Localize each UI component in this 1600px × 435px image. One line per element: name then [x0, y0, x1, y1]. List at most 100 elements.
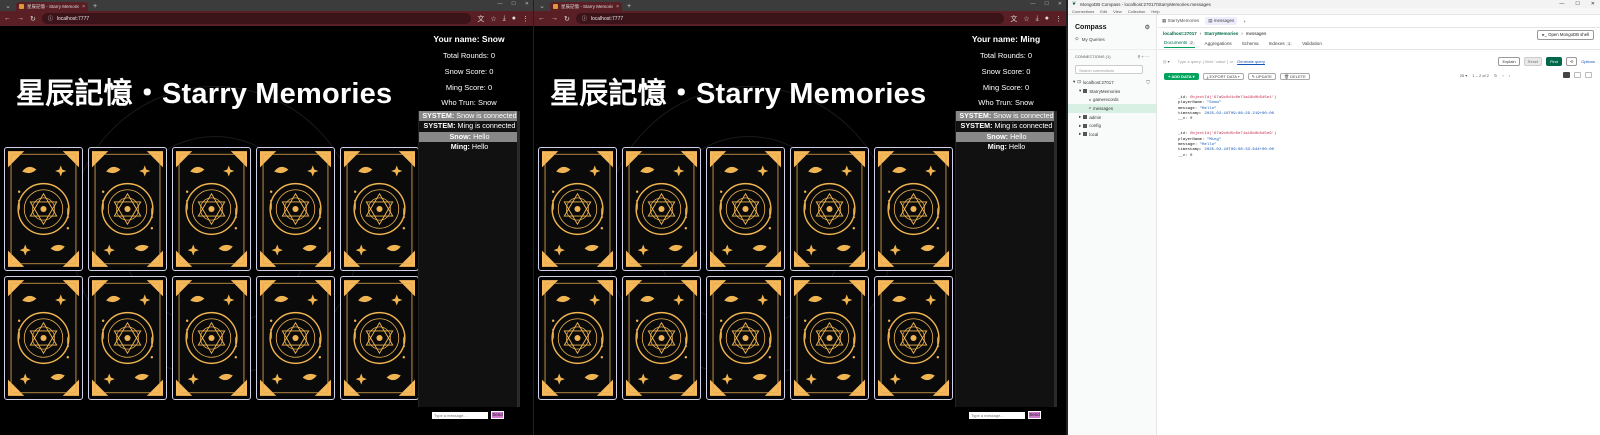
memory-card[interactable] — [88, 276, 167, 400]
memory-card[interactable] — [706, 147, 785, 271]
close-window-icon[interactable]: ✕ — [525, 1, 529, 7]
chevron-right-icon[interactable]: ▸ — [1079, 123, 1081, 129]
chevron-down-icon[interactable]: ▾ — [1079, 88, 1081, 94]
tab-validation[interactable]: Validation — [1302, 41, 1322, 46]
download-icon[interactable]: ⤓ — [503, 15, 506, 23]
table-view-icon[interactable] — [1585, 72, 1592, 78]
browser-tab[interactable]: 星辰記憶 - Starry Memories × — [550, 2, 622, 11]
site-info-icon[interactable]: ⓘ — [582, 15, 587, 22]
memory-card[interactable] — [4, 147, 83, 271]
memory-card[interactable] — [622, 147, 701, 271]
tab-messages[interactable]: ▤ messages — [1205, 17, 1238, 25]
send-button[interactable]: Send — [1028, 411, 1041, 419]
tab-starrymemories[interactable]: ▦ StarryMemories — [1162, 18, 1199, 24]
minimize-icon[interactable]: — — [1559, 1, 1564, 7]
url-field[interactable]: ⓘ localhost:7777 — [41, 13, 472, 24]
new-tab-icon[interactable]: + — [93, 2, 97, 11]
document-card[interactable]: _id: ObjectId('67a9c0d5c0e71a18b0b5d5e9'… — [1178, 132, 1600, 158]
page-size-select[interactable]: 25 ▾ — [1460, 73, 1468, 78]
query-history-button[interactable]: ⟲ — [1565, 56, 1578, 66]
next-page-icon[interactable]: › — [1509, 73, 1510, 78]
send-button[interactable]: Send — [491, 411, 504, 419]
translate-icon[interactable]: 文 — [1010, 14, 1017, 24]
memory-card[interactable] — [622, 276, 701, 400]
breadcrumb-database[interactable]: StarryMemories — [1204, 31, 1238, 36]
close-tab-icon[interactable]: × — [616, 4, 619, 10]
back-icon[interactable]: ← — [538, 15, 545, 22]
reset-button[interactable]: Reset — [1523, 56, 1543, 66]
memory-card[interactable] — [706, 276, 785, 400]
explain-button[interactable]: Explain — [1498, 56, 1520, 66]
minimize-icon[interactable]: — — [497, 1, 502, 7]
memory-card[interactable] — [340, 147, 419, 271]
menu-edit[interactable]: Edit — [1100, 9, 1107, 14]
tree-node-config[interactable]: ▸ config — [1068, 121, 1156, 130]
refresh-icon[interactable]: ↻ — [1494, 73, 1497, 78]
maximize-icon[interactable]: ☐ — [1575, 1, 1579, 7]
list-view-icon[interactable] — [1563, 72, 1570, 78]
minimize-icon[interactable]: — — [1030, 1, 1035, 7]
tree-node-admin[interactable]: ▸ admin — [1068, 113, 1156, 122]
json-view-icon[interactable] — [1574, 72, 1581, 78]
tab-aggregations[interactable]: Aggregations — [1205, 41, 1232, 46]
memory-card[interactable] — [256, 276, 335, 400]
site-info-icon[interactable]: ⓘ — [48, 15, 53, 22]
connection-search-input[interactable]: Search connections — [1075, 65, 1143, 74]
forward-icon[interactable]: → — [551, 15, 558, 22]
memory-card[interactable] — [874, 276, 953, 400]
menu-dots-icon[interactable]: ⋮ — [522, 15, 529, 23]
chat-scrollbar[interactable] — [517, 111, 520, 407]
memory-card[interactable] — [538, 276, 617, 400]
memory-card[interactable] — [256, 147, 335, 271]
reload-icon[interactable]: ↻ — [30, 15, 36, 23]
document-card[interactable]: _id: ObjectId('67a9c0d1c0e71a18b0b5d5e1'… — [1178, 96, 1600, 122]
chat-input[interactable] — [432, 411, 488, 419]
generate-query-link[interactable]: Generate query — [1237, 59, 1265, 64]
export-data-button[interactable]: ⤓ EXPORT DATA ▾ — [1202, 72, 1244, 80]
options-toggle[interactable]: Options — [1581, 59, 1595, 64]
memory-card[interactable] — [790, 276, 869, 400]
profile-icon[interactable]: ● — [1045, 15, 1049, 22]
chat-input[interactable] — [969, 411, 1025, 419]
maximize-icon[interactable]: ☐ — [1044, 1, 1048, 7]
tab-search-icon[interactable]: ⌄ — [538, 3, 546, 11]
maximize-icon[interactable]: ☐ — [511, 1, 515, 7]
download-icon[interactable]: ⤓ — [1036, 15, 1039, 23]
menu-collection[interactable]: Collection — [1128, 9, 1146, 14]
memory-card[interactable] — [874, 147, 953, 271]
prev-page-icon[interactable]: ‹ — [1502, 73, 1503, 78]
query-history-icon[interactable]: ◷ ▾ — [1163, 59, 1170, 64]
new-tab-icon[interactable]: + — [627, 2, 631, 11]
menu-view[interactable]: View — [1113, 9, 1122, 14]
tab-schema[interactable]: Schema — [1242, 41, 1259, 46]
add-data-button[interactable]: + ADD DATA ▾ — [1164, 72, 1199, 80]
memory-card[interactable] — [538, 147, 617, 271]
memory-card[interactable] — [790, 147, 869, 271]
query-input[interactable]: Type a query: { field: 'value' } or Gene… — [1174, 57, 1495, 65]
memory-card[interactable] — [172, 276, 251, 400]
memory-card[interactable] — [172, 147, 251, 271]
gear-icon[interactable]: ⚙ — [1145, 24, 1150, 31]
chevron-down-icon[interactable]: ▾ — [1073, 79, 1075, 85]
tab-indexes[interactable]: Indexes 1 — [1269, 41, 1293, 46]
browser-tab[interactable]: 星辰記憶 - Starry Memories × — [16, 2, 88, 11]
menu-help[interactable]: Help — [1151, 9, 1159, 14]
memory-card[interactable] — [340, 276, 419, 400]
url-field[interactable]: ⓘ localhost:7777 — [575, 13, 1005, 24]
menu-dots-icon[interactable]: ⋮ — [1055, 15, 1062, 23]
memory-card[interactable] — [88, 147, 167, 271]
connection-actions-icon[interactable]: ⚲ + ⋯ — [1138, 54, 1150, 59]
open-shell-button[interactable]: ▸_ Open MongoDB shell — [1537, 30, 1594, 40]
tab-documents[interactable]: Documents 2 — [1164, 40, 1195, 48]
tree-node-localhost[interactable]: ▾ ⊡ localhost:27017 — [1068, 78, 1156, 87]
reload-icon[interactable]: ↻ — [564, 15, 570, 23]
close-window-icon[interactable]: ✕ — [1058, 1, 1062, 7]
tree-node-starrymemories[interactable]: ▾ StarryMemories — [1068, 87, 1156, 96]
filter-icon[interactable]: ⛉ — [1146, 80, 1150, 86]
profile-icon[interactable]: ● — [512, 15, 516, 22]
chevron-right-icon[interactable]: ▸ — [1079, 114, 1081, 120]
tree-node-local[interactable]: ▸ local — [1068, 130, 1156, 139]
bookmark-star-icon[interactable]: ☆ — [490, 15, 496, 23]
memory-card[interactable] — [4, 276, 83, 400]
chat-scrollbar[interactable] — [1054, 111, 1057, 407]
